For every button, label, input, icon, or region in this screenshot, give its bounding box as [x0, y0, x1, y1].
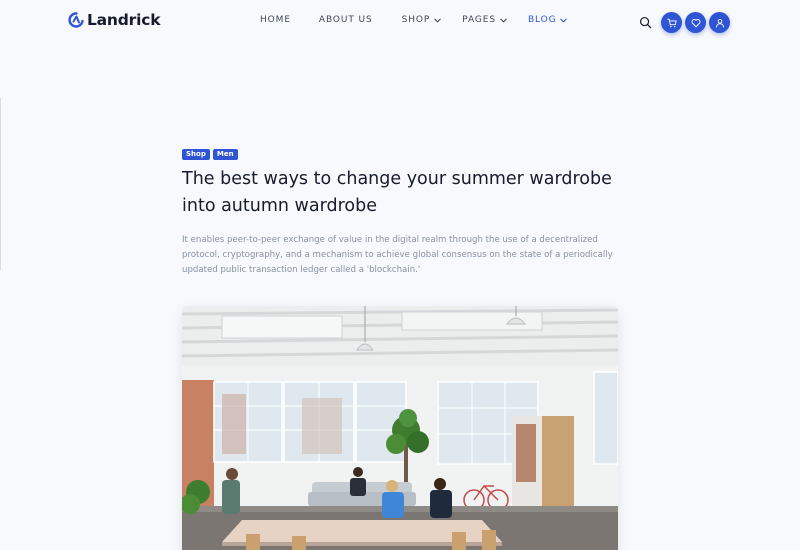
left-edge-divider: [0, 98, 1, 270]
tag-badge-shop[interactable]: Shop: [182, 149, 210, 160]
main-nav: Home About us Shop Pages Blog: [260, 15, 568, 25]
nav-item-label: Pages: [462, 15, 496, 25]
post-description-line: It enables peer-to-peer exchange of valu…: [182, 235, 598, 245]
brand-name: Landrick: [87, 11, 161, 29]
brand-logo[interactable]: Landrick: [68, 11, 161, 29]
post-description: It enables peer-to-peer exchange of valu…: [182, 233, 622, 278]
nav-item-blog[interactable]: Blog: [528, 15, 569, 25]
nav-item-shop[interactable]: Shop: [402, 15, 443, 25]
nav-item-pages[interactable]: Pages: [462, 15, 508, 25]
landrick-logo-icon: [68, 12, 84, 28]
search-icon: [639, 16, 651, 29]
nav-item-home[interactable]: Home: [260, 15, 291, 25]
nav-item-label: Blog: [527, 15, 557, 25]
chevron-down-icon: [433, 16, 442, 25]
heart-icon: [691, 18, 700, 27]
office-workspace-photo: [182, 306, 618, 550]
post-description-line: protocol, cryptography, and a mechanism …: [182, 250, 613, 260]
tag-badge-men[interactable]: Men: [212, 149, 238, 160]
user-icon: [715, 18, 724, 28]
post-description-line: updated public transaction ledger called…: [182, 265, 421, 275]
top-navbar: Landrick Home About us Shop Pages: [0, 0, 800, 44]
post-title: The best ways to change your summer ward…: [182, 166, 632, 220]
featured-image: [182, 306, 618, 550]
page: Landrick Home About us Shop Pages: [0, 0, 800, 550]
post-title-line: The best ways to change your summer ward…: [182, 169, 612, 189]
post-tags: Shop Men: [182, 149, 238, 160]
nav-item-label: Home: [260, 15, 291, 25]
chevron-down-icon: [559, 16, 568, 25]
search-button[interactable]: [635, 13, 655, 33]
nav-item-label: About us: [318, 15, 373, 25]
nav-item-about-us[interactable]: About us: [319, 15, 373, 25]
chevron-down-icon: [499, 16, 508, 25]
account-button[interactable]: [709, 12, 730, 33]
cart-icon: [666, 18, 677, 27]
cart-button[interactable]: [661, 12, 682, 33]
wishlist-button[interactable]: [685, 12, 706, 33]
post-title-line: into autumn wardrobe: [182, 196, 377, 216]
nav-item-label: Shop: [401, 15, 431, 25]
header-actions: [635, 12, 730, 33]
